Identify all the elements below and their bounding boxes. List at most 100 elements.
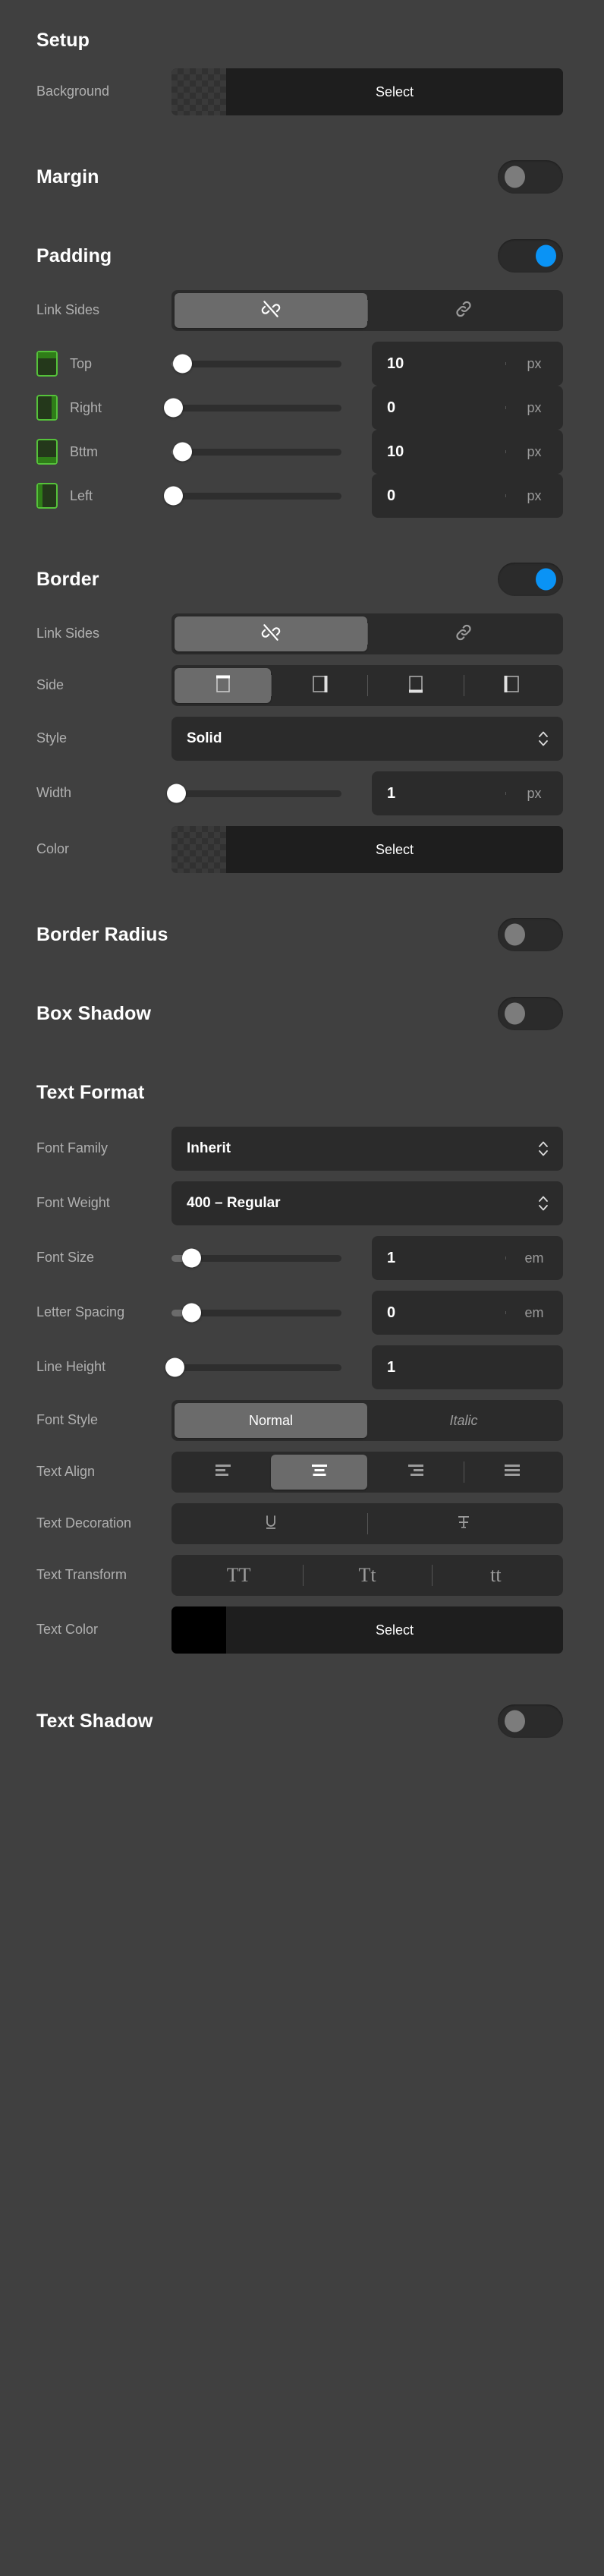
border-unlink-option[interactable]	[175, 616, 367, 651]
border-radius-toggle[interactable]	[498, 918, 563, 951]
row-line-height: Line Height 1	[36, 1345, 563, 1389]
line-height-slider[interactable]	[171, 1348, 361, 1387]
text-align-left-option[interactable]	[175, 1455, 271, 1490]
padding-top-unit: px	[505, 356, 563, 372]
text-transform-group: TT Tt tt	[171, 1555, 563, 1596]
align-justify-icon	[502, 1462, 522, 1483]
border-width-slider[interactable]	[171, 774, 361, 813]
border-color-select-label: Select	[226, 826, 563, 873]
label-text-decoration: Text Decoration	[36, 1515, 171, 1532]
border-side-left-option[interactable]	[464, 668, 560, 703]
unlink-icon	[261, 623, 281, 646]
padding-left-field[interactable]: 0 px	[372, 474, 563, 518]
text-transform-capitalize-option[interactable]: Tt	[303, 1558, 431, 1593]
text-color-select-label: Select	[226, 1606, 563, 1654]
font-weight-select[interactable]: 400 – Regular	[171, 1181, 563, 1225]
padding-left-unit: px	[505, 488, 563, 504]
box-bottom-icon	[36, 439, 58, 465]
row-text-transform: Text Transform TT Tt tt	[36, 1555, 563, 1596]
box-shadow-toggle[interactable]	[498, 997, 563, 1030]
text-decoration-group	[171, 1503, 563, 1544]
font-family-select[interactable]: Inherit	[171, 1127, 563, 1171]
border-side-right-option[interactable]	[271, 668, 367, 703]
padding-top-slider[interactable]	[171, 344, 361, 383]
row-border-style: Style Solid	[36, 717, 563, 761]
row-letter-spacing: Letter Spacing 0 em	[36, 1291, 563, 1335]
border-style-select[interactable]: Solid	[171, 717, 563, 761]
text-align-justify-option[interactable]	[464, 1455, 560, 1490]
text-decoration-underline-option[interactable]	[175, 1506, 367, 1541]
line-height-field[interactable]: 1	[372, 1345, 563, 1389]
background-color-swatch	[171, 68, 226, 115]
text-transform-lowercase-option[interactable]: tt	[432, 1558, 560, 1593]
font-style-normal-option[interactable]: Normal	[175, 1403, 367, 1438]
align-right-icon	[406, 1462, 426, 1483]
section-border-radius-header: Border Radius	[36, 917, 563, 952]
padding-toggle-knob	[536, 245, 556, 267]
letter-spacing-slider[interactable]	[171, 1293, 361, 1332]
border-link-sides-group	[171, 613, 563, 654]
border-color-swatch	[171, 826, 226, 873]
font-style-italic-option[interactable]: Italic	[367, 1403, 560, 1438]
chevron-updown-icon	[537, 729, 549, 749]
label-padding-left: Left	[70, 488, 171, 504]
section-box-shadow-header: Box Shadow	[36, 996, 563, 1031]
text-align-center-option[interactable]	[271, 1455, 367, 1490]
label-font-family: Font Family	[36, 1140, 171, 1157]
text-transform-uppercase-option[interactable]: TT	[175, 1558, 303, 1593]
background-select-label: Select	[226, 68, 563, 115]
padding-right-slider[interactable]	[171, 388, 361, 427]
label-background: Background	[36, 84, 171, 100]
row-padding-left: Left 0 px	[36, 474, 563, 518]
label-padding-bottom: Bttm	[70, 444, 171, 460]
lowercase-label: tt	[490, 1564, 501, 1587]
label-text-align: Text Align	[36, 1464, 171, 1480]
text-shadow-toggle[interactable]	[498, 1704, 563, 1738]
letter-spacing-value: 0	[372, 1304, 505, 1322]
padding-right-field[interactable]: 0 px	[372, 386, 563, 430]
label-border-width: Width	[36, 785, 171, 802]
padding-left-slider[interactable]	[171, 476, 361, 516]
row-border-side: Side	[36, 665, 563, 706]
border-width-unit: px	[505, 786, 563, 802]
section-text-format-header: Text Format	[36, 1075, 563, 1110]
link-icon	[454, 299, 473, 323]
font-size-field[interactable]: 1 em	[372, 1236, 563, 1280]
padding-right-value: 0	[372, 399, 505, 417]
border-link-option[interactable]	[367, 616, 560, 651]
padding-top-field[interactable]: 10 px	[372, 342, 563, 386]
text-align-group	[171, 1452, 563, 1493]
border-width-field[interactable]: 1 px	[372, 771, 563, 815]
section-title-text-format: Text Format	[36, 1082, 144, 1104]
border-side-top-option[interactable]	[175, 668, 271, 703]
padding-toggle[interactable]	[498, 239, 563, 273]
padding-bottom-slider[interactable]	[171, 432, 361, 471]
padding-bottom-field[interactable]: 10 px	[372, 430, 563, 474]
text-decoration-strikethrough-option[interactable]	[367, 1506, 560, 1541]
text-color-button[interactable]: Select	[171, 1606, 563, 1654]
border-side-group	[171, 665, 563, 706]
capitalize-label: Tt	[358, 1564, 376, 1587]
row-padding-right: Right 0 px	[36, 386, 563, 430]
side-bottom-icon	[407, 673, 425, 698]
row-padding-bottom: Bttm 10 px	[36, 430, 563, 474]
padding-unlink-option[interactable]	[175, 293, 367, 328]
text-align-right-option[interactable]	[367, 1455, 464, 1490]
label-padding-link-sides: Link Sides	[36, 302, 171, 319]
border-toggle[interactable]	[498, 563, 563, 596]
border-side-bottom-option[interactable]	[367, 668, 464, 703]
unlink-icon	[261, 299, 281, 323]
box-shadow-toggle-knob	[505, 1003, 525, 1025]
section-title-text-shadow: Text Shadow	[36, 1711, 153, 1733]
label-font-style: Font Style	[36, 1412, 171, 1429]
border-width-value: 1	[372, 785, 505, 802]
border-color-button[interactable]: Select	[171, 826, 563, 873]
margin-toggle[interactable]	[498, 160, 563, 194]
letter-spacing-field[interactable]: 0 em	[372, 1291, 563, 1335]
font-size-slider[interactable]	[171, 1238, 361, 1278]
uppercase-label: TT	[227, 1564, 251, 1587]
font-style-normal-label: Normal	[249, 1413, 293, 1429]
padding-link-option[interactable]	[367, 293, 560, 328]
background-color-button[interactable]: Select	[171, 68, 563, 115]
label-text-color: Text Color	[36, 1621, 171, 1638]
